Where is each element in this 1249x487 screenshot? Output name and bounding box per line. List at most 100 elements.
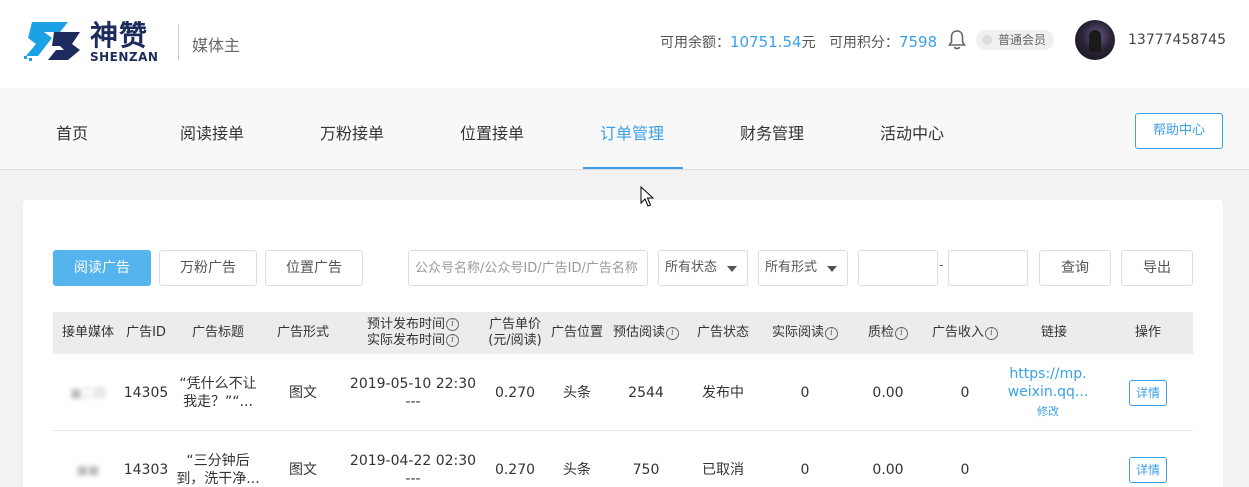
- search-input[interactable]: [408, 250, 648, 286]
- th-est-read: 预估阅读 i: [609, 312, 683, 354]
- cell-ad-form: 图文: [289, 384, 317, 401]
- info-icon[interactable]: i: [895, 326, 908, 340]
- th-ad-title: 广告标题: [191, 325, 244, 340]
- cell-ad-title: “三分钟后 到，洗干净...: [173, 431, 263, 487]
- cell-ad-title-line1: “三分钟后: [186, 452, 250, 469]
- nav-order-management[interactable]: 订单管理: [600, 120, 664, 144]
- th-price-unit: (元/阅读): [488, 333, 542, 348]
- nav-position-orders[interactable]: 位置接单: [460, 120, 524, 144]
- th-status: 广告状态: [696, 325, 749, 340]
- tab-read-ads[interactable]: 阅读广告: [53, 250, 151, 286]
- th-price-label: 广告单价: [488, 317, 541, 332]
- start-date-input[interactable]: [858, 250, 938, 286]
- nav-home[interactable]: 首页: [56, 120, 88, 144]
- form-select[interactable]: 所有形式: [758, 250, 848, 286]
- balance-value: 10751.54: [730, 33, 802, 51]
- cell-ad-title: “凭什么不让 我走？”“...: [173, 354, 263, 431]
- table-row: ■二四 14305 “凭什么不让 我走？”“... 图文 2019-05-10 …: [53, 354, 1193, 431]
- info-icon[interactable]: i: [446, 318, 459, 331]
- cell-publish-time: 2019-05-10 22:30 ---: [343, 354, 483, 431]
- cell-ad-id: 14303: [123, 461, 169, 478]
- order-panel: 阅读广告 万粉广告 位置广告 所有状态 所有形式 - 查询 导出 接单媒体 广告…: [23, 200, 1223, 487]
- ad-link-line2[interactable]: weixin.qq...: [1008, 383, 1089, 401]
- th-op: 操作: [1134, 325, 1161, 340]
- th-income-label: 广告收入: [931, 325, 984, 340]
- cell-qc: 0.00: [872, 461, 904, 478]
- cell-est-read: 750: [632, 461, 660, 478]
- query-button[interactable]: 查询: [1039, 250, 1111, 286]
- th-publish-time: 预计发布时间 i 实际发布时间 i: [343, 312, 483, 354]
- form-select-label: 所有形式: [765, 260, 818, 275]
- cell-time-planned: 2019-05-10 22:30: [349, 375, 477, 392]
- th-qc: 质检 i: [853, 312, 923, 354]
- table-header: 接单媒体 广告ID 广告标题 广告形式 预计发布时间 i 实际发布时间 i 广告单价…: [53, 312, 1193, 354]
- info-icon[interactable]: i: [446, 334, 459, 347]
- cell-position: 头条: [563, 384, 591, 401]
- help-center-button[interactable]: 帮助中心: [1135, 113, 1223, 149]
- detail-button[interactable]: 详情: [1128, 456, 1167, 483]
- role-label: 媒体主: [192, 36, 241, 55]
- status-select-label: 所有状态: [665, 260, 718, 275]
- avatar[interactable]: [1075, 20, 1115, 60]
- detail-button[interactable]: 详情: [1128, 379, 1167, 406]
- brand-name-cn: 神赞: [90, 19, 149, 52]
- info-icon[interactable]: i: [666, 326, 679, 340]
- status-select[interactable]: 所有状态: [658, 250, 748, 286]
- balance-label: 可用余额：: [660, 35, 730, 51]
- th-ad-form: 广告形式: [276, 325, 329, 340]
- caret-down-icon: [827, 266, 837, 272]
- th-actual-read-label: 实际阅读: [771, 325, 824, 340]
- bell-icon[interactable]: [948, 29, 966, 51]
- th-income: 广告收入 i: [923, 312, 1007, 354]
- tab-fans-ads[interactable]: 万粉广告: [159, 250, 257, 286]
- cell-income: 0: [960, 384, 970, 401]
- ad-link-line1[interactable]: https://mp.: [1009, 365, 1086, 383]
- th-media: 接单媒体: [61, 325, 114, 340]
- cell-ad-id: 14305: [123, 384, 169, 401]
- th-ad-id: 广告ID: [126, 325, 166, 340]
- table-row: ■■ 14303 “三分钟后 到，洗干净... 图文 2019-04-22 02…: [53, 431, 1193, 487]
- cell-link: https://mp. weixin.qq... 修改: [1003, 354, 1093, 431]
- points-value: 7598: [898, 33, 938, 51]
- nav-activity-center[interactable]: 活动中心: [880, 120, 944, 144]
- member-dot-icon: [982, 35, 992, 45]
- cell-link: [1003, 431, 1093, 487]
- date-separator: -: [939, 258, 944, 273]
- user-phone[interactable]: 13777458745: [1128, 32, 1226, 48]
- nav-fans-orders[interactable]: 万粉接单: [320, 120, 384, 144]
- member-level-badge: 普通会员: [976, 30, 1055, 50]
- cell-time-planned: 2019-04-22 02:30: [349, 452, 477, 469]
- info-icon[interactable]: i: [825, 326, 838, 340]
- cell-ad-title-line2: 到，洗干净...: [176, 470, 260, 487]
- cell-publish-time: 2019-04-22 02:30 ---: [343, 431, 483, 487]
- th-est-read-label: 预估阅读: [612, 325, 665, 340]
- edit-link-button[interactable]: 修改: [1037, 403, 1059, 421]
- nav-active-indicator: [583, 167, 683, 169]
- nav-finance[interactable]: 财务管理: [740, 120, 804, 144]
- cell-actual-read: 0: [800, 384, 810, 401]
- cell-est-read: 2544: [628, 384, 664, 401]
- nav-read-orders[interactable]: 阅读接单: [180, 120, 244, 144]
- cell-qc: 0.00: [872, 384, 904, 401]
- caret-down-icon: [727, 266, 737, 272]
- shenzan-logo-icon[interactable]: [24, 16, 84, 62]
- th-time-planned: 预计发布时间 i: [367, 317, 459, 333]
- end-date-input[interactable]: [948, 250, 1028, 286]
- top-header: 神赞 SHENZAN 媒体主 可用余额：10751.54元 可用积分：7598 …: [0, 0, 1249, 88]
- cell-price: 0.270: [494, 461, 536, 478]
- points-label: 可用积分：: [828, 35, 899, 51]
- cell-status: 已取消: [702, 461, 744, 478]
- tab-position-ads[interactable]: 位置广告: [265, 250, 363, 286]
- export-button[interactable]: 导出: [1121, 250, 1193, 286]
- th-qc-label: 质检: [867, 325, 894, 340]
- th-actual-read: 实际阅读 i: [763, 312, 847, 354]
- th-time-actual: 实际发布时间 i: [367, 333, 459, 349]
- th-position: 广告位置: [550, 325, 603, 340]
- cell-ad-title-line1: “凭什么不让: [179, 375, 257, 392]
- cell-time-actual: ---: [405, 470, 421, 487]
- main-nav: 首页 阅读接单 万粉接单 位置接单 订单管理 财务管理 活动中心 帮助中心: [0, 88, 1249, 170]
- brand-name-en: SHENZAN: [90, 50, 159, 64]
- info-icon[interactable]: i: [985, 326, 998, 340]
- cell-income: 0: [960, 461, 970, 478]
- cell-time-actual: ---: [405, 393, 421, 410]
